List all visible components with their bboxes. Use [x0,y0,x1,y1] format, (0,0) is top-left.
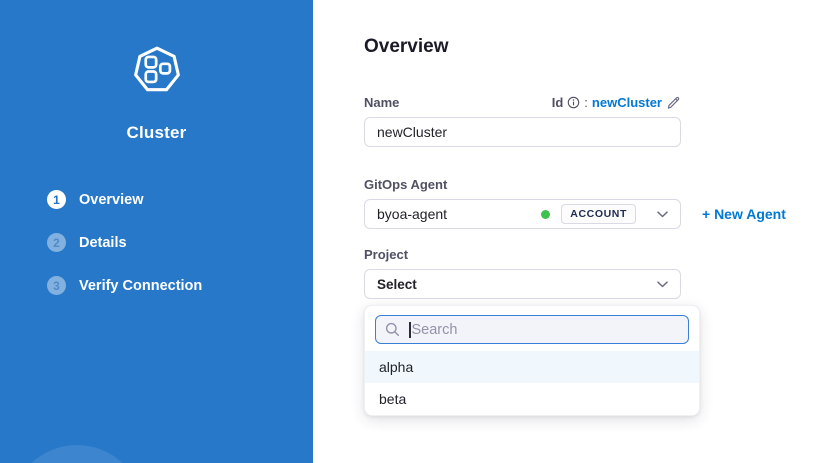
step-number-badge: 2 [47,233,66,252]
overview-form: Overview Name Id : newCluster [313,0,825,463]
step-details[interactable]: 2 Details [47,233,313,252]
cluster-hexagon-icon [132,44,182,99]
step-number-badge: 1 [47,190,66,209]
step-label: Details [79,235,127,251]
step-label: Verify Connection [79,278,202,294]
agent-name-value: byoa-agent [377,206,541,222]
wizard-title: Cluster [127,123,187,143]
chevron-down-icon [657,211,668,218]
search-icon [385,322,400,337]
gitops-agent-select[interactable]: byoa-agent ACCOUNT [364,199,681,229]
new-agent-link[interactable]: + New Agent [702,206,786,222]
project-label: Project [364,247,408,262]
cluster-wizard-dialog: Cluster 1 Overview 2 Details 3 Verify Co… [0,0,825,463]
edit-pencil-icon[interactable] [666,95,681,110]
agent-scope-badge: ACCOUNT [561,204,636,224]
step-number-badge: 3 [47,276,66,295]
page-title: Overview [364,36,825,58]
project-search-input[interactable] [411,322,680,338]
project-option-beta[interactable]: beta [365,383,699,415]
wizard-sidebar: Cluster 1 Overview 2 Details 3 Verify Co… [0,0,313,463]
agent-status-dot [541,210,550,219]
project-options-list: alpha beta [365,351,699,415]
id-separator: : [584,95,588,110]
wizard-steps: 1 Overview 2 Details 3 Verify Connection [0,190,313,319]
cluster-id-row: Id : newCluster [552,95,681,110]
project-selected-value: Select [377,277,657,292]
step-label: Overview [79,192,144,208]
project-option-alpha[interactable]: alpha [365,351,699,383]
cluster-name-input[interactable] [364,117,681,147]
dropdown-search-box[interactable] [375,315,689,344]
project-dropdown-panel: alpha beta [364,305,700,416]
step-verify-connection[interactable]: 3 Verify Connection [47,276,313,295]
chevron-down-icon [657,281,668,288]
info-icon[interactable] [567,96,580,109]
id-label: Id [552,95,564,110]
step-overview[interactable]: 1 Overview [47,190,313,209]
gitops-agent-label: GitOps Agent [364,177,447,192]
decorative-circle [11,445,143,463]
cluster-id-link[interactable]: newCluster [592,95,662,110]
project-select[interactable]: Select [364,269,681,299]
name-label: Name [364,95,399,110]
